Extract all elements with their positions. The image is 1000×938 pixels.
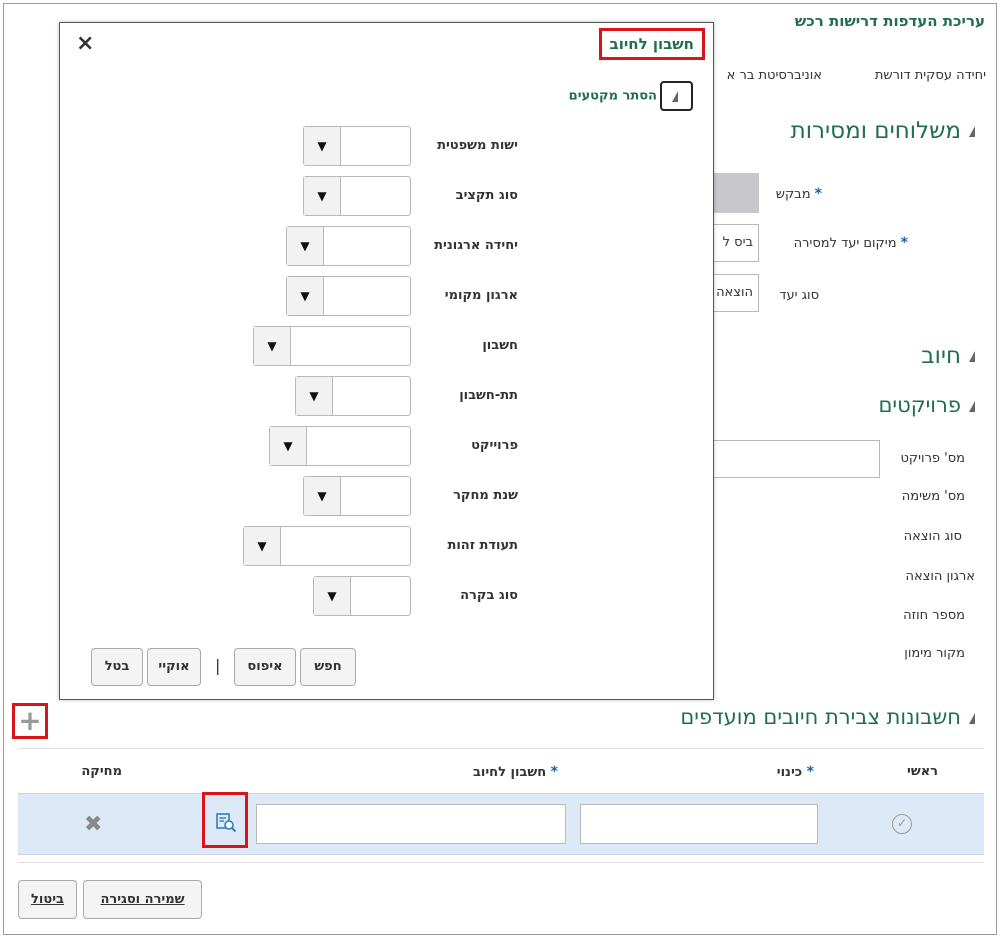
segment-row-budget-type: סוג תקציב ▼ [58, 176, 713, 216]
ok-button[interactable]: אוקיי [147, 648, 201, 686]
hide-segments-label: הסתר מקטעים [568, 88, 657, 104]
section-projects-header[interactable]: פרויקטים [878, 393, 975, 417]
dropdown-arrow-icon[interactable]: ▼ [296, 377, 333, 415]
dropdown-arrow-icon[interactable]: ▼ [304, 477, 341, 515]
cancel-dialog-button[interactable]: בטל [91, 648, 143, 686]
section-billing-header[interactable]: חיוב [921, 343, 975, 369]
plus-icon: + [18, 704, 42, 737]
segment-label: יחידה ארגונית [434, 238, 518, 253]
project-number-label: מס' פרויקט [900, 451, 965, 466]
segment-combo[interactable]: ▼ [253, 326, 411, 366]
reset-button[interactable]: איפוס [234, 648, 296, 686]
segment-combo[interactable]: ▼ [303, 126, 411, 166]
section-projects-title: פרויקטים [878, 393, 961, 417]
destination-type-field[interactable]: הוצאה [712, 274, 759, 312]
requester-label: * מבקש [775, 186, 822, 202]
dropdown-arrow-icon[interactable]: ▼ [270, 427, 307, 465]
collapse-triangle-icon [969, 351, 975, 362]
nickname-input[interactable] [580, 804, 818, 844]
column-header-delete: מחיקה [81, 764, 122, 779]
segment-row-project: פרוייקט ▼ [58, 426, 713, 466]
section-charge-accounts-header[interactable]: חשבונות צבירת חיובים מועדפים [680, 705, 975, 729]
expenditure-type-label: סוג הוצאה [903, 529, 962, 544]
funding-source-label: מקור מימון [904, 646, 965, 661]
search-icon[interactable] [215, 811, 237, 833]
section-delivery-title: משלוחים ומסירות [790, 118, 961, 144]
page-title: עריכת העדפות דרישות רכש [794, 12, 985, 30]
segment-label: סוג תקציב [455, 188, 518, 203]
deliver-to-label: * מיקום יעד למסירה [793, 235, 908, 251]
dropdown-arrow-icon[interactable]: ▼ [304, 127, 341, 165]
dialog-title: חשבון לחיוב [598, 28, 705, 60]
segment-combo[interactable]: ▼ [286, 226, 411, 266]
triangle-icon [660, 81, 693, 111]
segment-label: סוג בקרה [460, 588, 518, 603]
segment-label: ארגון מקומי [444, 288, 518, 303]
charge-account-dialog: × חשבון לחיוב הסתר מקטעים ישות משפטית ▼ … [59, 22, 714, 700]
segment-label: פרוייקט [471, 438, 518, 453]
segment-combo[interactable]: ▼ [286, 276, 411, 316]
segment-combo[interactable]: ▼ [303, 176, 411, 216]
cancel-button[interactable]: ביטול [18, 880, 77, 919]
collapse-triangle-icon [969, 400, 975, 412]
collapse-triangle-icon [969, 126, 975, 137]
segment-row-control-type: סוג בקרה ▼ [58, 576, 713, 616]
contract-number-label: מספר חוזה [903, 608, 965, 623]
dropdown-arrow-icon[interactable]: ▼ [304, 177, 341, 215]
segment-row-org-unit: יחידה ארגונית ▼ [58, 226, 713, 266]
segment-combo[interactable]: ▼ [269, 426, 411, 466]
destination-type-label: סוג יעד [779, 288, 819, 303]
segment-label: תת-חשבון [459, 388, 518, 403]
segment-row-account: חשבון ▼ [58, 326, 713, 366]
save-close-button[interactable]: שמירה וסגירה [83, 880, 202, 919]
dropdown-arrow-icon[interactable]: ▼ [287, 227, 324, 265]
segment-row-sub-account: תת-חשבון ▼ [58, 376, 713, 416]
section-billing-title: חיוב [921, 343, 961, 369]
segment-label: תעודת זהות [447, 538, 518, 553]
expenditure-org-label: ארגון הוצאה [905, 569, 975, 584]
dropdown-arrow-icon[interactable]: ▼ [314, 577, 351, 615]
task-number-label: מס' משימה [901, 489, 965, 504]
table-header-divider [18, 748, 984, 749]
segment-combo[interactable]: ▼ [295, 376, 411, 416]
section-delivery-header[interactable]: משלוחים ומסירות [791, 118, 975, 144]
segment-combo[interactable]: ▼ [243, 526, 411, 566]
search-button[interactable]: חפש [300, 648, 356, 686]
charge-account-input[interactable] [256, 804, 566, 844]
business-unit-value: אוניברסיטת בר א [726, 68, 822, 83]
primary-check-icon[interactable]: ✓ [892, 814, 912, 834]
dropdown-arrow-icon[interactable]: ▼ [254, 327, 291, 365]
hide-segments-toggle[interactable]: הסתר מקטעים [569, 81, 693, 111]
close-icon[interactable]: × [76, 31, 94, 56]
deliver-to-field[interactable]: ביס ל [712, 224, 759, 262]
segment-row-id-number: תעודת זהות ▼ [58, 526, 713, 566]
section-charge-accounts-title: חשבונות צבירת חיובים מועדפים [680, 705, 961, 729]
segment-label: ישות משפטית [437, 138, 518, 153]
delete-icon[interactable]: ✖ [84, 812, 102, 837]
segment-combo[interactable]: ▼ [303, 476, 411, 516]
dropdown-arrow-icon[interactable]: ▼ [244, 527, 281, 565]
segment-label: חשבון [482, 338, 518, 353]
column-header-nickname: * כינוי [776, 764, 814, 780]
business-unit-label: יחידה עסקית דורשת [874, 68, 986, 83]
segment-row-local-org: ארגון מקומי ▼ [58, 276, 713, 316]
segment-combo[interactable]: ▼ [313, 576, 411, 616]
table-bottom-divider [18, 862, 984, 863]
segment-row-legal-entity: ישות משפטית ▼ [58, 126, 713, 166]
column-header-primary: ראשי [907, 764, 938, 779]
segment-label: שנת מחקר [453, 488, 518, 503]
column-header-charge-account: * חשבון לחיוב [472, 764, 558, 780]
project-number-field[interactable] [712, 440, 880, 478]
button-separator: | [215, 656, 221, 675]
collapse-triangle-icon [969, 712, 975, 724]
dropdown-arrow-icon[interactable]: ▼ [287, 277, 324, 315]
add-row-button[interactable]: + [12, 703, 48, 739]
segment-row-research-year: שנת מחקר ▼ [58, 476, 713, 516]
